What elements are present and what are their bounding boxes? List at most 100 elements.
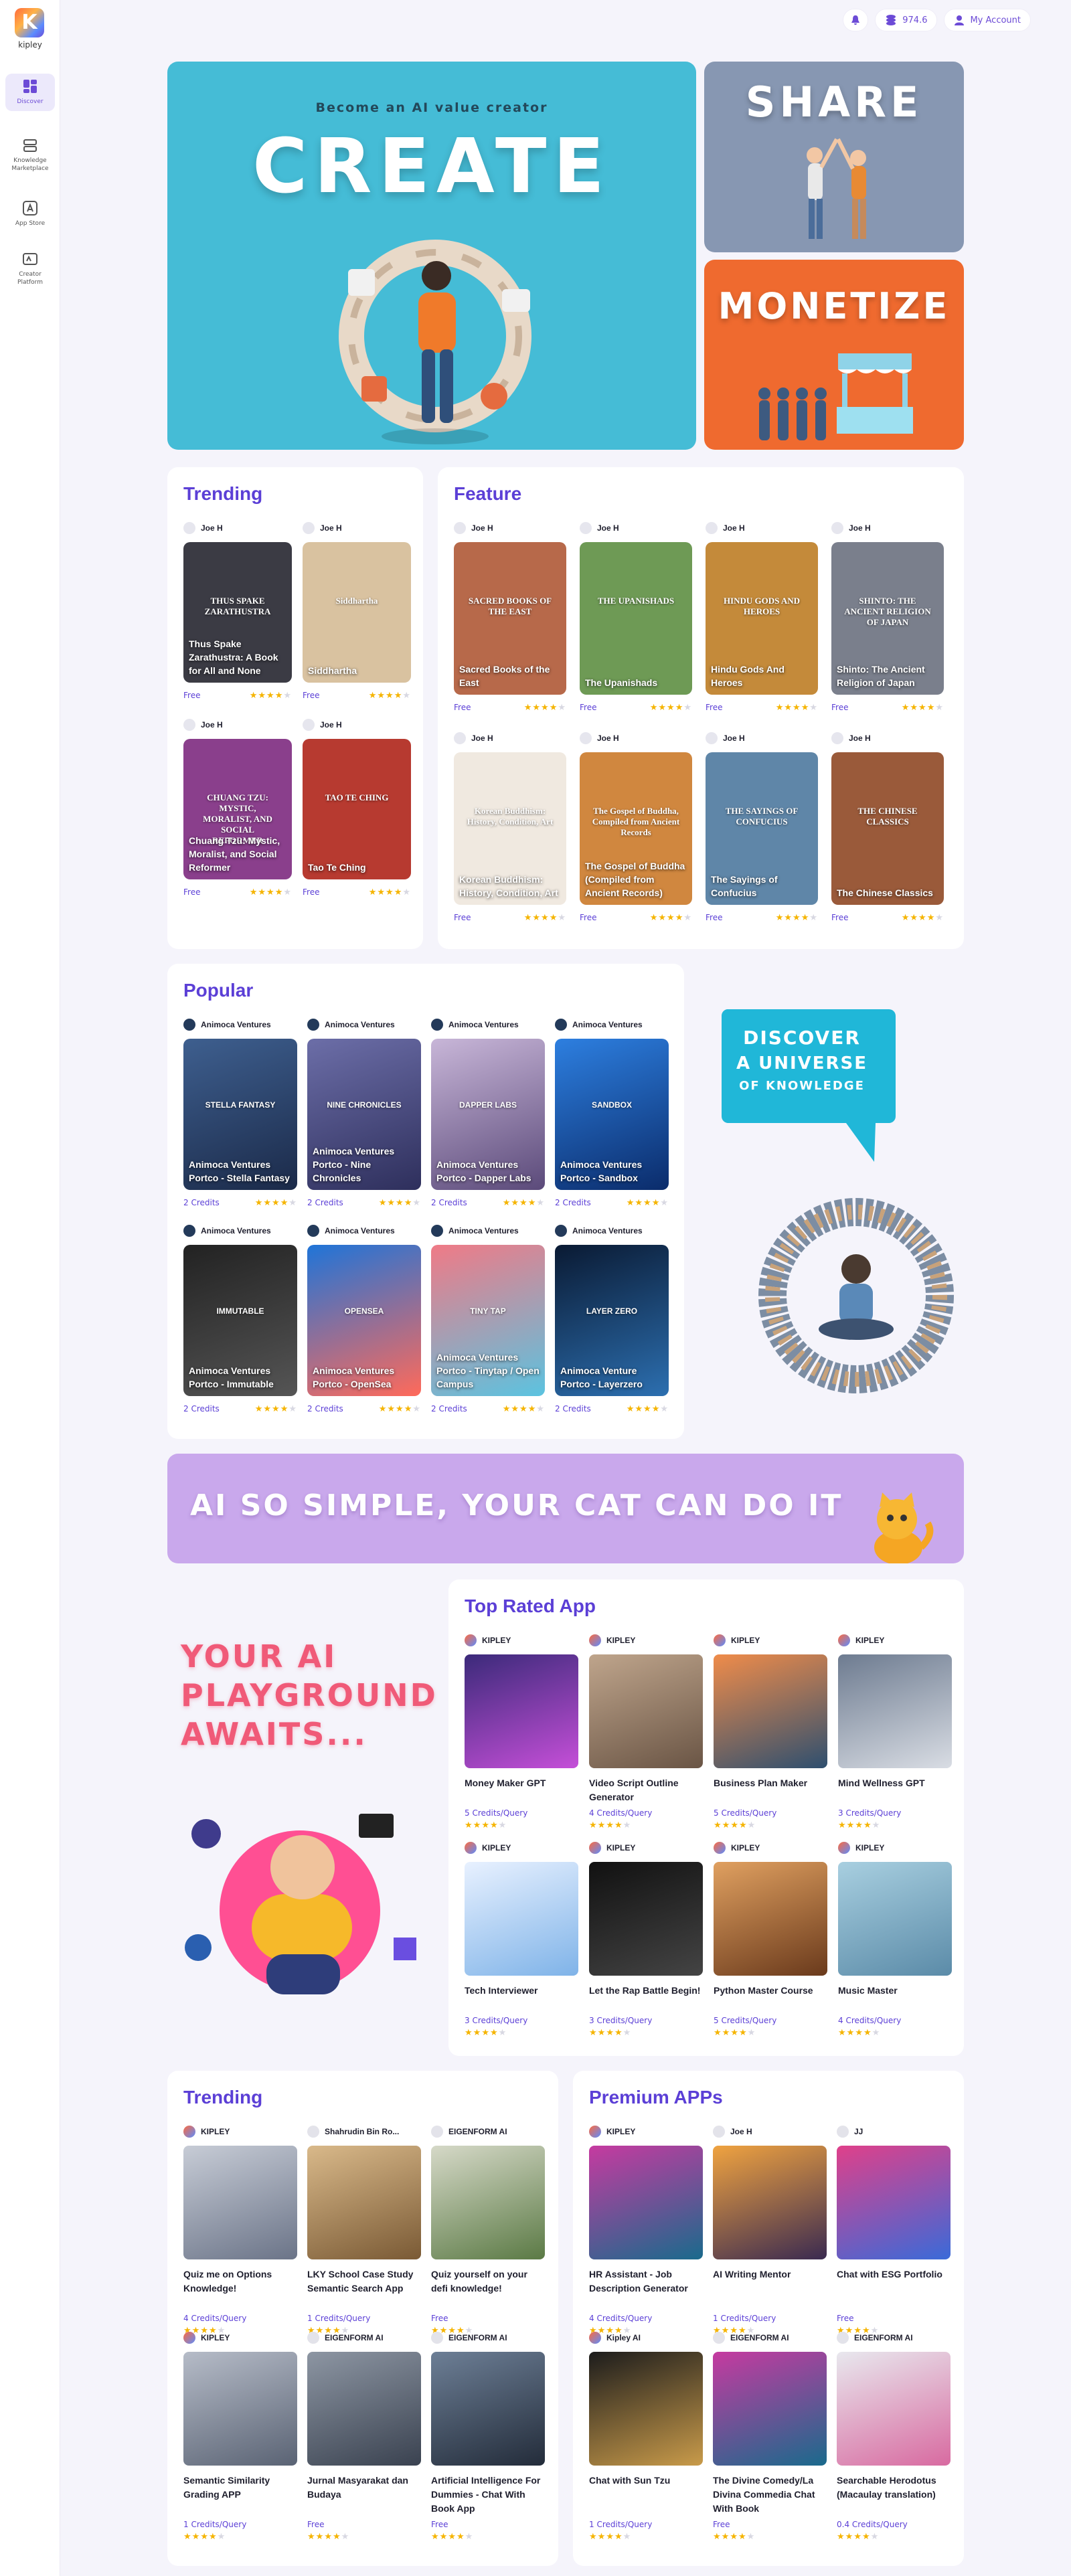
book-cover[interactable]: HINDU GODS AND HEROES Hindu Gods And Hero… — [706, 542, 818, 695]
book-card[interactable]: Animoca Ventures DAPPER LABS Animoca Ventu… — [431, 1017, 545, 1208]
book-cover[interactable]: NINE CHRONICLES Animoca Ventures Portco -… — [307, 1039, 421, 1190]
app-cover[interactable] — [837, 2352, 951, 2466]
book-card[interactable]: Joe H Siddhartha Siddhartha Free ★★★★★ — [303, 521, 411, 701]
app-card[interactable]: KIPLEY Python Master Course 5 Credits/Quer… — [714, 1840, 827, 2038]
app-title: Jurnal Masyarakat dan Budaya — [307, 2475, 408, 2500]
app-cover[interactable] — [838, 1862, 952, 1976]
app-cover[interactable] — [183, 2146, 297, 2259]
app-card[interactable]: EIGENFORM AI Searchable Herodotus (Macaul… — [837, 2330, 951, 2542]
book-cover[interactable]: Korean Buddhism: History, Condition, Art… — [454, 752, 566, 905]
book-cover[interactable]: DAPPER LABS Animoca Ventures Portco - Dap… — [431, 1039, 545, 1190]
cat-banner[interactable]: AI SO SIMPLE, YOUR CAT CAN DO IT — [167, 1454, 964, 1563]
book-card[interactable]: Joe H THE CHINESE CLASSICS The Chinese Cla… — [831, 731, 944, 923]
app-cover[interactable] — [837, 2146, 951, 2259]
book-card[interactable]: Joe H HINDU GODS AND HEROES Hindu Gods And… — [706, 521, 818, 713]
app-cover[interactable] — [431, 2352, 545, 2466]
star-icon: ★ — [536, 1198, 545, 1208]
book-card[interactable]: Animoca Ventures STELLA FANTASY Animoca Ve… — [183, 1017, 297, 1208]
app-cover[interactable] — [589, 1654, 703, 1768]
app-cover[interactable] — [713, 2352, 827, 2466]
book-cover[interactable]: SACRED BOOKS OF THE EAST Sacred Books of … — [454, 542, 566, 695]
book-cover[interactable]: The Gospel of Buddha, Compiled from Anci… — [580, 752, 692, 905]
app-card[interactable]: KIPLEY HR Assistant - Job Description Gen… — [589, 2124, 703, 2336]
app-cover[interactable] — [838, 1654, 952, 1768]
book-cover[interactable]: TINY TAP Animoca Ventures Portco - Tinyta… — [431, 1245, 545, 1396]
app-card[interactable]: KIPLEY Money Maker GPT 5 Credits/Query ★★★★… — [465, 1633, 578, 1830]
app-cover[interactable] — [465, 1654, 578, 1768]
book-cover[interactable]: LAYER ZERO Animoca Venture Portco - Layer… — [555, 1245, 669, 1396]
app-card[interactable]: Kipley AI Chat with Sun Tzu 1 Credits/Quer… — [589, 2330, 703, 2542]
book-cover[interactable]: Siddhartha Siddhartha — [303, 542, 411, 683]
app-cover[interactable] — [714, 1654, 827, 1768]
book-cover[interactable]: STELLA FANTASY Animoca Ventures Portco - … — [183, 1039, 297, 1190]
app-cover[interactable] — [307, 2352, 421, 2466]
book-cover[interactable]: SHINTO: THE ANCIENT RELIGION OF JAPAN Shi… — [831, 542, 944, 695]
book-cover[interactable]: IMMUTABLE Animoca Ventures Portco - Immut… — [183, 1245, 297, 1396]
book-card[interactable]: Animoca Ventures TINY TAP Animoca Ventures… — [431, 1223, 545, 1414]
monetize-banner[interactable]: MONETIZE — [704, 260, 964, 450]
star-icon: ★ — [558, 913, 566, 923]
book-card[interactable]: Joe H The Gospel of Buddha, Compiled from… — [580, 731, 692, 923]
book-cover[interactable]: THE SAYINGS OF CONFUCIUS The Sayings of C… — [706, 752, 818, 905]
app-cover[interactable] — [589, 2146, 703, 2259]
app-card[interactable]: KIPLEY Let the Rap Battle Begin! 3 Credits… — [589, 1840, 703, 2038]
book-cover[interactable]: THUS SPAKE ZARATHUSTRA Thus Spake Zarathu… — [183, 542, 292, 683]
app-cover[interactable] — [465, 1862, 578, 1976]
create-banner[interactable]: Become an AI value creator CREATE — [167, 62, 696, 450]
app-card[interactable]: EIGENFORM AI Quiz yourself on your defi k… — [431, 2124, 545, 2336]
nav-creator-platform[interactable]: Creator Platform — [5, 246, 55, 292]
book-cover[interactable]: TAO TE CHING Tao Te Ching — [303, 739, 411, 879]
book-card[interactable]: Joe H Korean Buddhism: History, Condition… — [454, 731, 566, 923]
app-card[interactable]: Joe H AI Writing Mentor 1 Credits/Query ★★★… — [713, 2124, 827, 2336]
app-cover[interactable] — [713, 2146, 827, 2259]
app-cover[interactable] — [431, 2146, 545, 2259]
book-cover[interactable]: THE CHINESE CLASSICS The Chinese Classics — [831, 752, 944, 905]
nav-app-store[interactable]: App Store — [5, 195, 55, 233]
nav-knowledge-marketplace[interactable]: Knowledge Marketplace — [5, 133, 55, 178]
book-card[interactable]: Animoca Ventures LAYER ZERO Animoca Ventur… — [555, 1223, 669, 1414]
app-card[interactable]: KIPLEY Business Plan Maker 5 Credits/Query… — [714, 1633, 827, 1830]
author-row: Shahrudin Bin Ro... — [307, 2124, 421, 2139]
notifications-button[interactable] — [843, 9, 869, 31]
book-card[interactable]: Joe H THE UPANISHADS The Upanishads Free ★★★… — [580, 521, 692, 713]
book-card[interactable]: Joe H CHUANG TZU: MYSTIC, MORALIST, AND S… — [183, 717, 292, 897]
book-card[interactable]: Animoca Ventures SANDBOX Animoca Ventures … — [555, 1017, 669, 1208]
app-cover[interactable] — [714, 1862, 827, 1976]
star-icon: ★ — [511, 1198, 520, 1208]
app-card[interactable]: KIPLEY Music Master 4 Credits/Query ★★★★★ — [838, 1840, 952, 2038]
kipley-logo[interactable]: K kipley — [15, 8, 46, 52]
book-cover[interactable]: CHUANG TZU: MYSTIC, MORALIST, AND SOCIAL… — [183, 739, 292, 879]
app-title: LKY School Case Study Semantic Search Ap… — [307, 2269, 414, 2294]
credits-balance[interactable]: 974.6 — [875, 9, 938, 31]
cover-title: IMMUTABLE — [216, 1306, 264, 1316]
book-card[interactable]: Animoca Ventures IMMUTABLE Animoca Venture… — [183, 1223, 297, 1414]
book-card[interactable]: Joe H THE SAYINGS OF CONFUCIUS The Sayings… — [706, 731, 818, 923]
app-card[interactable]: EIGENFORM AI Jurnal Masyarakat dan Budaya… — [307, 2330, 421, 2542]
app-card[interactable]: JJ Chat with ESG Portfolio Free ★★★★★ — [837, 2124, 951, 2336]
book-card[interactable]: Animoca Ventures OPENSEA Animoca Ventures … — [307, 1223, 421, 1414]
app-card[interactable]: KIPLEY Tech Interviewer 3 Credits/Query ★★★… — [465, 1840, 578, 2038]
share-banner[interactable]: SHARE — [704, 62, 964, 252]
book-cover[interactable]: OPENSEA Animoca Ventures Portco - OpenSea — [307, 1245, 421, 1396]
book-card[interactable]: Joe H SACRED BOOKS OF THE EAST Sacred Book… — [454, 521, 566, 713]
my-account-button[interactable]: My Account — [944, 9, 1031, 31]
app-title: Tech Interviewer — [465, 1985, 538, 1996]
app-card[interactable]: EIGENFORM AI The Divine Comedy/La Divina … — [713, 2330, 827, 2542]
app-card[interactable]: KIPLEY Quiz me on Options Knowledge! 4 Cre… — [183, 2124, 297, 2336]
book-card[interactable]: Joe H TAO TE CHING Tao Te Ching Free ★★★★★ — [303, 717, 411, 897]
app-card[interactable]: Shahrudin Bin Ro... LKY School Case Study… — [307, 2124, 421, 2336]
app-cover[interactable] — [589, 2352, 703, 2466]
nav-discover[interactable]: Discover — [5, 74, 55, 111]
app-card[interactable]: KIPLEY Mind Wellness GPT 3 Credits/Query ★★… — [838, 1633, 952, 1830]
app-cover[interactable] — [589, 1862, 703, 1976]
app-card[interactable]: EIGENFORM AI Artificial Intelligence For … — [431, 2330, 545, 2542]
book-cover[interactable]: SANDBOX Animoca Ventures Portco - Sandbox — [555, 1039, 669, 1190]
book-card[interactable]: Joe H SHINTO: THE ANCIENT RELIGION OF JAP… — [831, 521, 944, 713]
app-cover[interactable] — [307, 2146, 421, 2259]
app-cover[interactable] — [183, 2352, 297, 2466]
book-card[interactable]: Joe H THUS SPAKE ZARATHUSTRA Thus Spake Za… — [183, 521, 292, 701]
app-card[interactable]: KIPLEY Video Script Outline Generator 4 Cr… — [589, 1633, 703, 1830]
app-card[interactable]: KIPLEY Semantic Similarity Grading APP 1 C… — [183, 2330, 297, 2542]
book-cover[interactable]: THE UPANISHADS The Upanishads — [580, 542, 692, 695]
book-card[interactable]: Animoca Ventures NINE CHRONICLES Animoca V… — [307, 1017, 421, 1208]
